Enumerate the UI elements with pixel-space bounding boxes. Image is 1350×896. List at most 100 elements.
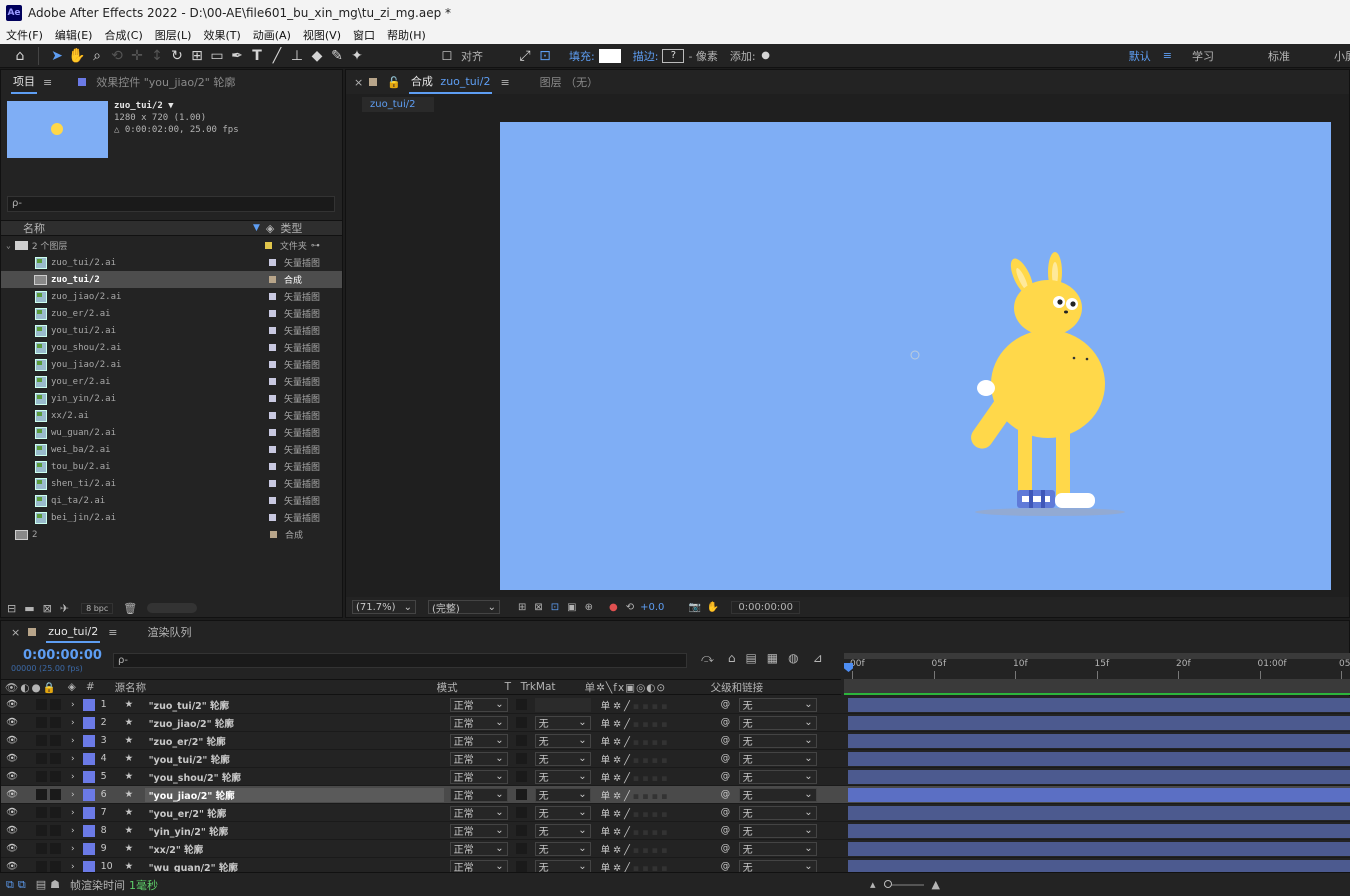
tab-effects-controls[interactable]: 效果控件 "you_jiao/2" 轮廓 [96,74,235,90]
switches[interactable]: 单✲╱▪▪▪▪ [601,842,721,856]
eraser-tool-icon[interactable]: ◆ [307,46,327,66]
fit-icon[interactable]: ⊞ [518,602,526,613]
interpret-footage-icon[interactable]: ⊟ [7,602,16,615]
trkmat-dropdown[interactable]: 无 ⌄ [534,733,591,748]
layer-row[interactable]: 👁 › 7 ★ "you_er/2" 轮廓 正常 ⌄ 无 ⌄ 单✲╱▪▪▪▪ @ 无 ⌄ [1,804,1350,822]
label-tag-icon[interactable]: ◈ [266,222,274,235]
layer-name[interactable]: "zuo_jiao/2" 轮廓 [145,716,444,730]
tab-layer[interactable]: 图层 （无） [540,74,599,90]
orbit-camera-icon[interactable]: ⟲ [107,46,127,66]
trkmat-dropdown[interactable]: 无 ⌄ [534,841,591,856]
rotate-tool-icon[interactable]: ↻ [167,46,187,66]
project-item-row[interactable]: zuo_tui/2 合成 [1,271,342,288]
mode-dropdown[interactable]: 正常 ⌄ [449,697,508,712]
eye-icon[interactable]: 👁 [6,843,20,854]
snap-options-icon[interactable]: ⊡ [535,46,555,66]
bpc-label[interactable]: 8 bpc [81,602,114,614]
pick-whip-icon[interactable]: @ [721,699,739,710]
parent-dropdown[interactable]: 无 ⌄ [738,769,817,784]
switches[interactable]: 单✲╱▪▪▪▪ [601,824,721,838]
zoom-tool-icon[interactable]: ⌕ [87,46,107,66]
trkmat-dropdown[interactable] [534,697,591,712]
menu-item-1[interactable]: 编辑(E) [55,27,93,43]
layer-duration-bar[interactable] [848,806,1350,820]
home-icon[interactable]: ⌂ [10,46,30,66]
preserve-transparency-box[interactable] [515,699,527,710]
layer-row[interactable]: 👁 › 8 ★ "yin_yin/2" 轮廓 正常 ⌄ 无 ⌄ 单✲╱▪▪▪▪ @ 无 ⌄ [1,822,1350,840]
timeline-menu-icon[interactable]: ≡ [108,626,117,639]
mode-dropdown[interactable]: 正常 ⌄ [449,841,508,856]
clone-stamp-icon[interactable]: ⊥ [287,46,307,66]
label-color-swatch[interactable] [269,293,276,300]
menu-item-2[interactable]: 合成(C) [104,27,142,43]
pick-whip-icon[interactable]: @ [721,753,739,764]
region-icon[interactable]: ▣ [567,602,576,613]
channels-icon[interactable]: ● [609,602,618,613]
workspace-standard[interactable]: 标准 [1268,48,1290,64]
show-snapshot-icon[interactable]: ✋ [707,602,719,613]
pen-tool-icon[interactable]: ✒ [227,46,247,66]
col-trkmat[interactable]: TrkMat [521,681,585,693]
label-color-swatch[interactable] [269,395,276,402]
layer-row[interactable]: 👁 › 5 ★ "you_shou/2" 轮廓 正常 ⌄ 无 ⌄ 单✲╱▪▪▪▪ @ 无 ⌄ [1,768,1350,786]
frame-blending-icon[interactable]: ▦ [767,651,778,666]
mode-dropdown[interactable]: 正常 ⌄ [449,823,508,838]
layer-row[interactable]: 👁 › 2 ★ "zuo_jiao/2" 轮廓 正常 ⌄ 无 ⌄ 单✲╱▪▪▪▪ @ 无 ⌄ [1,714,1350,732]
lock-box[interactable] [50,825,61,836]
menu-item-0[interactable]: 文件(F) [6,27,43,43]
layer-name[interactable]: "you_shou/2" 轮廓 [145,770,444,784]
switches[interactable]: 单✲╱▪▪▪▪ [601,734,721,748]
menu-item-5[interactable]: 动画(A) [253,27,291,43]
selection-tool-icon[interactable]: ➤ [47,46,67,66]
solo-box[interactable] [36,825,47,836]
project-item-row[interactable]: shen_ti/2.ai 矢量插图 [1,475,342,492]
solo-box[interactable] [36,735,47,746]
mode-dropdown[interactable]: 正常 ⌄ [449,715,508,730]
layer-expand-icon[interactable]: › [71,826,75,836]
switches[interactable]: 单✲╱▪▪▪▪ [601,698,721,712]
layer-name[interactable]: "you_er/2" 轮廓 [145,806,444,820]
layer-duration-bar[interactable] [848,842,1350,856]
label-color-swatch[interactable] [269,446,276,453]
project-item-row[interactable]: bei_jin/2.ai 矢量插图 [1,509,342,526]
label-color-swatch[interactable] [269,463,276,470]
switches[interactable]: 单✲╱▪▪▪▪ [601,716,721,730]
parent-dropdown[interactable]: 无 ⌄ [738,787,817,802]
solo-box[interactable] [36,699,47,710]
label-color-swatch[interactable] [269,514,276,521]
label-color-swatch[interactable] [269,344,276,351]
tab-render-queue[interactable]: 渲染队列 [147,624,191,640]
lock-box[interactable] [50,717,61,728]
preserve-transparency-box[interactable] [515,735,527,746]
eye-icon[interactable]: 👁 [6,825,20,836]
col-mode[interactable]: 模式 [437,680,505,695]
trkmat-dropdown[interactable]: 无 ⌄ [534,805,591,820]
type-tool-icon[interactable]: T [247,46,267,66]
layer-duration-bar[interactable] [848,788,1350,802]
layer-name[interactable]: "you_jiao/2" 轮廓 [144,787,444,802]
workspace-learn[interactable]: 学习 [1192,48,1214,64]
menu-item-6[interactable]: 视图(V) [303,27,341,43]
label-color-swatch[interactable] [269,327,276,334]
workspace-default[interactable]: 默认 [1129,48,1151,64]
preserve-transparency-box[interactable] [515,843,527,854]
pick-whip-icon[interactable]: @ [721,717,739,728]
eye-icon[interactable]: 👁 [6,699,20,710]
delete-icon[interactable]: 🗑 [123,602,137,615]
project-root-comp-row[interactable]: 2 合成 [1,526,342,543]
graph-editor-icon[interactable]: ⊿ [813,651,823,666]
puppet-pin-icon[interactable]: ✦ [347,46,367,66]
menu-item-3[interactable]: 图层(L) [155,27,192,43]
layer-duration-bar[interactable] [848,716,1350,730]
layer-label-swatch[interactable] [82,824,95,837]
label-color-swatch[interactable] [269,276,276,283]
project-settings-icon[interactable]: ✈ [60,602,69,615]
close-timeline-tab-icon[interactable]: × [11,626,20,639]
layer-name[interactable]: "zuo_er/2" 轮廓 [145,734,444,748]
layer-row[interactable]: 👁 › 10 ★ "wu_guan/2" 轮廓 正常 ⌄ 无 ⌄ 单✲╱▪▪▪▪ @ 无 ⌄ [1,858,1350,873]
layer-label-swatch[interactable] [82,734,95,747]
menu-item-4[interactable]: 效果(T) [203,27,240,43]
col-source-name[interactable]: 源名称 [115,680,437,695]
pick-whip-icon[interactable]: @ [721,807,739,818]
lock-box[interactable] [50,771,61,782]
